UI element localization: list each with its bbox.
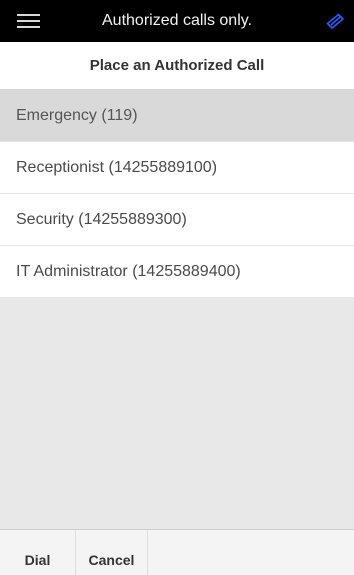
menu-line (17, 14, 40, 16)
empty-list-area (0, 298, 354, 529)
page-header: Place an Authorized Call (0, 42, 354, 90)
hamburger-menu-icon[interactable] (8, 8, 48, 34)
menu-line (17, 26, 40, 28)
contact-item-receptionist[interactable]: Receptionist (14255889100) (0, 142, 354, 194)
link-icon (326, 13, 344, 29)
authorized-contact-list: Emergency (119) Receptionist (1425588910… (0, 90, 354, 298)
page-title: Place an Authorized Call (89, 57, 265, 74)
top-bar-title: Authorized calls only. (102, 12, 252, 29)
authorized-call-screen: Authorized calls only. Place an Authoriz… (0, 0, 354, 575)
contact-item-security[interactable]: Security (14255889300) (0, 194, 354, 246)
contact-item-it-administrator[interactable]: IT Administrator (14255889400) (0, 246, 354, 298)
contact-item-emergency[interactable]: Emergency (119) (0, 90, 354, 142)
menu-line (17, 20, 40, 22)
dial-button[interactable]: Dial (0, 530, 76, 575)
action-bar: Dial Cancel (0, 529, 354, 575)
cancel-button[interactable]: Cancel (76, 530, 148, 575)
top-bar: Authorized calls only. (0, 0, 354, 42)
